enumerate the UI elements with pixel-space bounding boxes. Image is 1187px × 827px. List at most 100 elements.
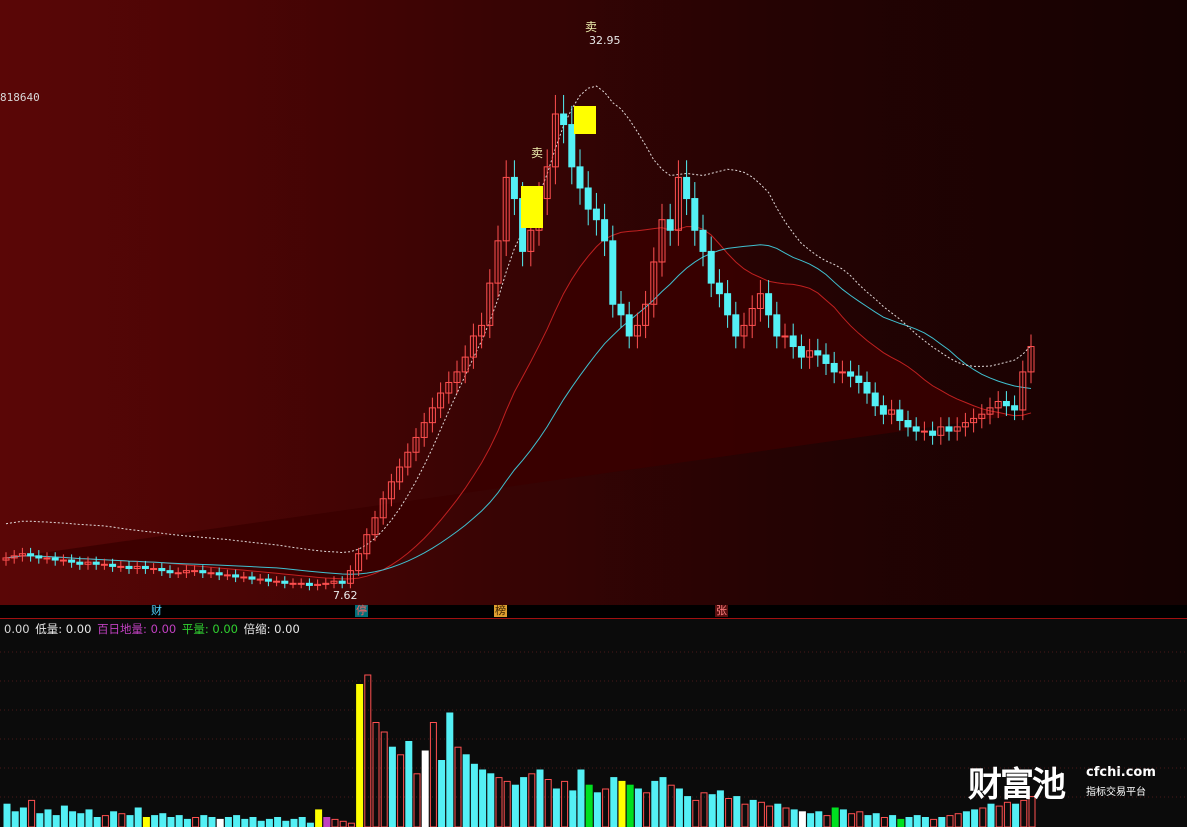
volume-bar — [602, 788, 610, 827]
volume-bar — [69, 811, 77, 827]
volume-bar — [265, 818, 273, 827]
volume-bar — [897, 818, 905, 827]
event-marker-bang[interactable]: 榜 — [494, 605, 507, 617]
candle-body — [904, 420, 912, 428]
candle-body — [568, 124, 576, 168]
candle-body — [592, 208, 600, 221]
volume-bar — [388, 746, 396, 827]
volume-bar — [815, 811, 823, 827]
volume-bar — [651, 780, 659, 827]
volume-bar — [930, 818, 938, 827]
candle-body — [68, 559, 76, 563]
volume-bar — [306, 822, 314, 827]
volume-bar — [470, 763, 478, 827]
volume-bar — [208, 817, 216, 827]
candle-body — [896, 409, 904, 422]
volume-bar — [241, 818, 249, 827]
volume-bar — [626, 784, 634, 827]
volume-bar — [913, 815, 921, 827]
candle-body — [814, 350, 822, 356]
watermark-site: cfchi.com — [1086, 765, 1156, 780]
volume-bar — [216, 818, 224, 827]
volume-bar — [700, 792, 708, 827]
volume-bar — [536, 769, 544, 827]
candle-body — [879, 405, 887, 415]
candle-body — [699, 229, 707, 252]
candle-body — [1002, 401, 1010, 407]
volume-bar — [134, 807, 142, 827]
volume-bar — [11, 811, 19, 827]
volume-bar — [438, 760, 446, 827]
price-axis-label: 818640 — [0, 91, 40, 104]
volume-bar — [634, 788, 642, 827]
candle-body — [625, 314, 633, 337]
event-marker-ting[interactable]: 停 — [355, 605, 368, 617]
candle-body — [158, 568, 166, 572]
candle-body — [847, 371, 855, 377]
candle-body — [617, 303, 625, 316]
volume-bar — [323, 817, 331, 827]
volume-bar — [282, 820, 290, 827]
candle-body — [871, 392, 879, 407]
volume-bar — [831, 807, 839, 827]
event-marker-cai[interactable]: 财 — [150, 605, 163, 617]
volume-bar — [569, 790, 577, 827]
candle-body — [773, 314, 781, 337]
volume-bar — [708, 794, 716, 827]
candle-body — [855, 375, 863, 383]
candle-body — [715, 282, 723, 295]
volume-bar — [880, 817, 888, 827]
volume-bar — [503, 780, 511, 827]
volume-bar — [19, 807, 27, 827]
candle-body — [765, 293, 773, 316]
candle-body — [240, 576, 248, 579]
candle-body — [92, 561, 100, 565]
candle-body — [576, 166, 584, 189]
candle-body — [100, 563, 108, 566]
volume-bar — [585, 784, 593, 827]
volume-bar — [183, 818, 191, 827]
candle-body — [35, 555, 43, 559]
candle-body — [584, 187, 592, 210]
volume-legend: 0.00 低量: 0.00 百日地量: 0.00 平量: 0.00 倍缩: 0.… — [4, 621, 302, 637]
volume-bar — [856, 811, 864, 827]
candle-body — [174, 572, 182, 575]
volume-bar — [684, 796, 692, 827]
volume-bar — [798, 811, 806, 827]
volume-bar — [774, 803, 782, 827]
volume-bar — [233, 815, 241, 827]
volume-bar — [175, 815, 183, 827]
legend-hundred-day-low: 百日地量: 0.00 — [97, 622, 177, 636]
volume-bar — [495, 777, 503, 827]
candle-body — [945, 426, 953, 432]
volume-bar — [962, 811, 970, 827]
volume-bar — [118, 813, 126, 827]
candle-body — [838, 371, 846, 374]
sell-signal-block-high — [574, 106, 596, 134]
volume-bar — [479, 769, 487, 827]
volume-bar — [36, 813, 44, 827]
low-price-annotation: 7.62 — [333, 589, 358, 602]
candle-body — [781, 335, 789, 338]
volume-bar — [142, 817, 150, 827]
volume-bar — [77, 813, 85, 827]
volume-bar — [692, 799, 700, 827]
event-marker-zhang[interactable]: 张 — [715, 605, 728, 617]
volume-bar — [790, 809, 798, 827]
volume-bar — [356, 684, 364, 827]
candle-body — [510, 176, 518, 200]
volume-bar — [659, 777, 667, 827]
volume-bar — [224, 817, 232, 827]
volume-bar — [446, 712, 454, 827]
volume-bar — [1003, 801, 1011, 827]
candle-body — [191, 570, 199, 573]
candle-body — [51, 557, 59, 561]
candle-body — [264, 578, 272, 582]
volume-bar — [749, 799, 757, 827]
candle-body — [59, 559, 67, 562]
volume-bar — [995, 805, 1003, 827]
candle-body — [289, 582, 297, 585]
candle-body — [683, 176, 691, 200]
volume-bar — [60, 805, 68, 827]
volume-bar — [872, 813, 880, 827]
